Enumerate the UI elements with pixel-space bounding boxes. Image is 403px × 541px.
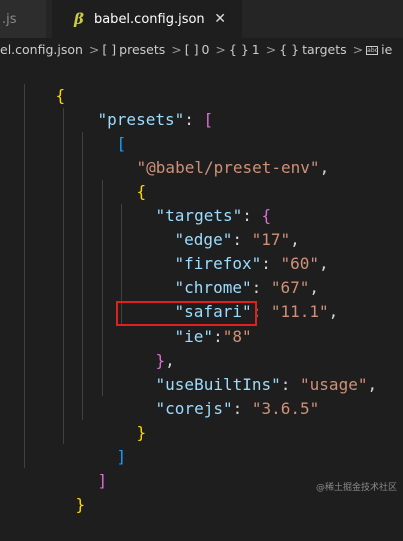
json-key: "ie" [174,327,214,346]
tab-babel-config[interactable]: β babel.config.json ✕ [52,0,242,38]
code-line: "safari": "11.1", [136,276,339,321]
bracket-open: [ [203,110,214,129]
code-editor[interactable]: { "presets": [ [ "@babel/preset-env", { … [0,60,403,514]
colon: : [184,110,204,129]
breadcrumb-presets[interactable]: presets [119,42,165,57]
chevron-right-icon: > [215,41,226,57]
comma: , [328,302,339,321]
bracket-close: ] [97,471,108,490]
code-line: } [37,469,86,514]
watermark: @稀土掘金技术社区 [315,483,397,493]
babel-file-icon: β [74,10,84,28]
code-line: "presets": [ [59,84,214,129]
comma: , [319,254,329,273]
code-line: "targets": { [117,180,272,225]
code-line: ] [78,421,127,466]
code-line: { [98,156,147,201]
indent-guide [24,84,25,468]
colon: : [213,327,223,346]
array-icon: [ ] [102,41,117,57]
indent-guide [63,108,64,444]
brace-close: } [136,423,147,442]
object-icon: { } [279,41,300,57]
code-line: }, [117,325,175,370]
breadcrumb-file[interactable]: el.config.json [0,42,83,57]
code-line: { [17,60,66,105]
bracket-close: ] [116,447,127,466]
colon: : [232,399,252,418]
comma: , [319,158,330,177]
code-line: } [98,397,147,442]
code-line: "corejs": "3.6.5" [117,373,320,418]
breadcrumb-targets[interactable]: targets [302,42,347,57]
breadcrumb: el.config.json > [ ] presets > [ ] 0 > {… [0,38,403,60]
array-icon: [ ] [184,41,199,57]
tab-active-label: babel.config.json [93,11,205,27]
breadcrumb-ie[interactable]: ie [381,42,392,57]
chevron-right-icon: > [171,41,182,57]
json-string: "3.6.5" [251,399,320,418]
close-icon[interactable]: ✕ [214,11,226,27]
code-line: "useBuiltIns": "usage", [117,349,378,394]
code-line: "firefox": "60", [136,228,329,273]
json-string: "11.1" [270,302,329,321]
tab-previous-file[interactable]: .js [0,0,46,38]
highlight-box [116,301,257,326]
comma: , [367,375,378,394]
code-line: "chrome": "67", [136,252,320,297]
brace-close: } [75,495,86,514]
string-property-icon: abc [366,45,379,55]
chevron-right-icon: > [88,41,100,57]
json-string: "@babel/preset-env" [136,158,320,177]
editor-tab-bar: .js β babel.config.json ✕ [0,0,403,39]
code-line: "@babel/preset-env", [98,132,330,177]
chevron-right-icon: > [352,41,364,57]
breadcrumb-index-0[interactable]: 0 [201,42,209,57]
json-string: "8" [222,327,252,346]
tab-previous-label: .js [2,11,17,27]
breadcrumb-object-1[interactable]: 1 [252,42,260,57]
chevron-right-icon: > [265,41,277,57]
code-line: "edge": "17", [136,204,300,249]
code-line: ] [59,445,108,490]
code-line: [ [78,108,127,153]
object-icon: { } [228,41,249,57]
json-key: "corejs" [155,399,233,418]
